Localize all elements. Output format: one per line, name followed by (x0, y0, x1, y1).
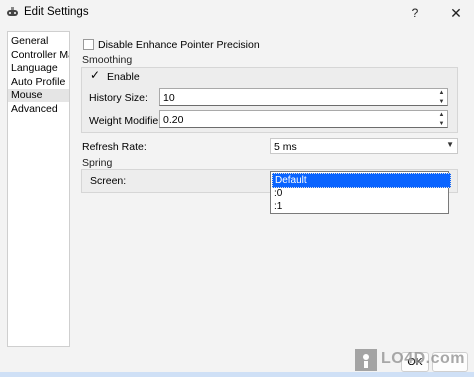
window-bottom-edge (0, 372, 474, 377)
nav-item-general[interactable]: General (11, 35, 48, 48)
nav-item-language[interactable]: Language (11, 62, 58, 75)
window-title: Edit Settings (24, 6, 89, 18)
weight-modifier-value: 0.20 (163, 114, 184, 126)
help-button[interactable]: ? (405, 3, 425, 23)
screen-option-1[interactable]: :1 (272, 200, 449, 213)
nav-item-advanced[interactable]: Advanced (11, 103, 58, 116)
nav-item-auto-profile[interactable]: Auto Profile (11, 76, 65, 89)
gamepad-icon (7, 7, 18, 16)
history-size-value: 10 (163, 92, 175, 104)
refresh-rate-label: Refresh Rate: (82, 141, 147, 153)
disable-precision-checkbox[interactable] (83, 39, 94, 50)
history-size-spinbox[interactable]: 10 ▲ ▼ (159, 88, 448, 106)
screen-option-0[interactable]: :0 (272, 187, 449, 200)
disable-precision-label: Disable Enhance Pointer Precision (98, 39, 260, 51)
screen-dropdown-list[interactable]: Default :0 :1 (270, 171, 451, 214)
refresh-rate-value: 5 ms (274, 141, 297, 153)
history-size-label: History Size: (89, 92, 148, 104)
smoothing-group-label: Smoothing (82, 54, 133, 66)
refresh-rate-select[interactable]: 5 ms ▼ (270, 138, 458, 154)
spin-arrows-icon[interactable]: ▲ ▼ (436, 89, 447, 105)
settings-category-list[interactable]: General Controller Ma Language Auto Prof… (7, 31, 70, 347)
nav-item-mouse[interactable]: Mouse (8, 89, 69, 102)
enable-checkbox[interactable]: ✓ (90, 69, 102, 82)
spin-arrows-icon[interactable]: ▲ ▼ (436, 111, 447, 127)
spring-group-label: Spring (82, 157, 113, 169)
chevron-down-icon: ▼ (446, 140, 454, 149)
watermark-text: LO4D.com (381, 350, 466, 367)
weight-modifier-label: Weight Modifier: (89, 115, 165, 127)
weight-modifier-spinbox[interactable]: 0.20 ▲ ▼ (159, 110, 448, 128)
watermark-logo: LO4D.com (355, 348, 467, 372)
screen-label: Screen: (90, 175, 127, 187)
enable-label: Enable (107, 71, 140, 83)
close-button[interactable]: ✕ (444, 3, 468, 23)
nav-item-controller-mapping[interactable]: Controller Ma (11, 49, 69, 62)
screen-option-default[interactable]: Default (272, 173, 451, 188)
